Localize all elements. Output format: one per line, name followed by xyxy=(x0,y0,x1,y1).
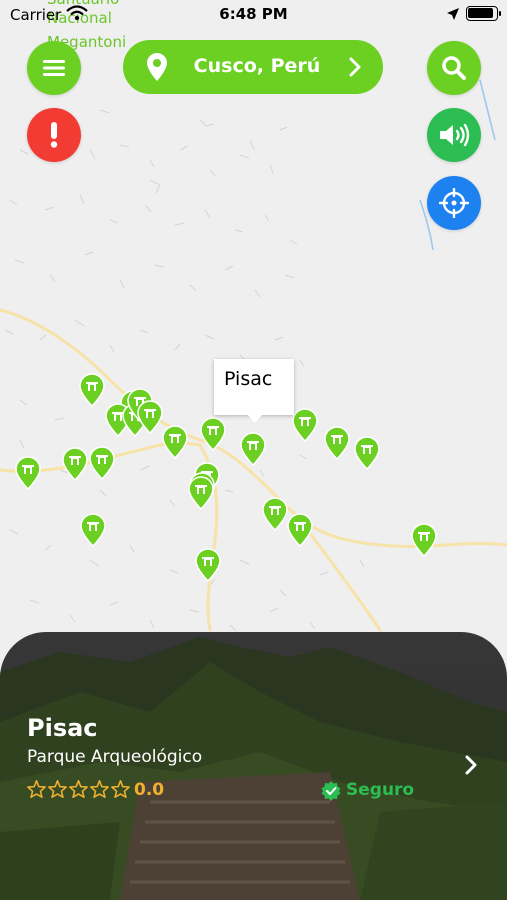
city-selector[interactable]: Cusco, Perú xyxy=(123,40,383,94)
place-subtitle: Parque Arqueológico xyxy=(27,747,203,767)
city-name: Cusco, Perú xyxy=(193,55,321,77)
ruins-marker-icon xyxy=(324,426,350,461)
safe-label: Seguro xyxy=(346,780,415,800)
ruins-marker-icon xyxy=(188,476,214,511)
rating-value: 0.0 xyxy=(134,780,165,800)
map-marker[interactable] xyxy=(15,456,41,494)
map-marker[interactable] xyxy=(195,548,221,586)
menu-button[interactable] xyxy=(27,41,81,95)
map-marker[interactable] xyxy=(62,447,88,485)
star-icon xyxy=(90,780,109,798)
ruins-marker-icon xyxy=(411,523,437,558)
battery-icon xyxy=(466,6,501,21)
exclamation-icon xyxy=(50,122,58,148)
star-icon xyxy=(111,780,130,798)
alert-button[interactable] xyxy=(27,108,81,162)
map-marker[interactable] xyxy=(188,476,214,514)
ruins-marker-icon xyxy=(287,513,313,548)
ruins-marker-icon xyxy=(62,447,88,482)
map-marker[interactable] xyxy=(79,373,105,411)
star-icon xyxy=(27,780,46,798)
rating-stars xyxy=(27,780,130,798)
locate-me-button[interactable] xyxy=(427,176,481,230)
ruins-marker-icon xyxy=(15,456,41,491)
location-arrow-icon xyxy=(446,6,460,25)
ruins-marker-icon xyxy=(89,446,115,481)
ruins-marker-icon xyxy=(354,436,380,471)
crosshair-icon xyxy=(439,188,469,218)
menu-icon xyxy=(43,60,65,76)
ruins-marker-icon xyxy=(80,513,106,548)
map-marker[interactable] xyxy=(240,432,266,470)
map-callout[interactable]: Pisac xyxy=(214,359,294,423)
star-icon xyxy=(69,780,88,798)
ruins-marker-icon xyxy=(137,400,163,435)
search-icon xyxy=(442,56,466,80)
map-marker[interactable] xyxy=(262,497,288,535)
ruins-marker-icon xyxy=(162,425,188,460)
map-marker[interactable] xyxy=(287,513,313,551)
clock: 6:48 PM xyxy=(219,5,288,23)
map-marker[interactable] xyxy=(80,513,106,551)
map-marker[interactable] xyxy=(411,523,437,561)
map-marker[interactable] xyxy=(324,426,350,464)
map-marker[interactable] xyxy=(137,400,163,438)
ruins-marker-icon xyxy=(262,497,288,532)
ruins-marker-icon xyxy=(240,432,266,467)
ruins-marker-icon xyxy=(195,548,221,583)
place-title: Pisac xyxy=(27,714,98,742)
ruins-marker-icon xyxy=(292,408,318,443)
map-marker[interactable] xyxy=(162,425,188,463)
ruins-marker-icon xyxy=(200,417,226,452)
chevron-right-icon xyxy=(349,57,361,77)
map-marker[interactable] xyxy=(292,408,318,446)
ruins-marker-icon xyxy=(79,373,105,408)
status-bar: Carrier 6:48 PM xyxy=(0,0,507,30)
map-marker[interactable] xyxy=(89,446,115,484)
speaker-icon xyxy=(440,123,470,147)
chevron-right-icon[interactable] xyxy=(464,754,478,776)
search-button[interactable] xyxy=(427,41,481,95)
star-icon xyxy=(48,780,67,798)
verified-badge-icon xyxy=(321,781,341,801)
callout-title: Pisac xyxy=(224,368,273,390)
map-marker[interactable] xyxy=(354,436,380,474)
map-marker[interactable] xyxy=(200,417,226,455)
sound-button[interactable] xyxy=(427,108,481,162)
